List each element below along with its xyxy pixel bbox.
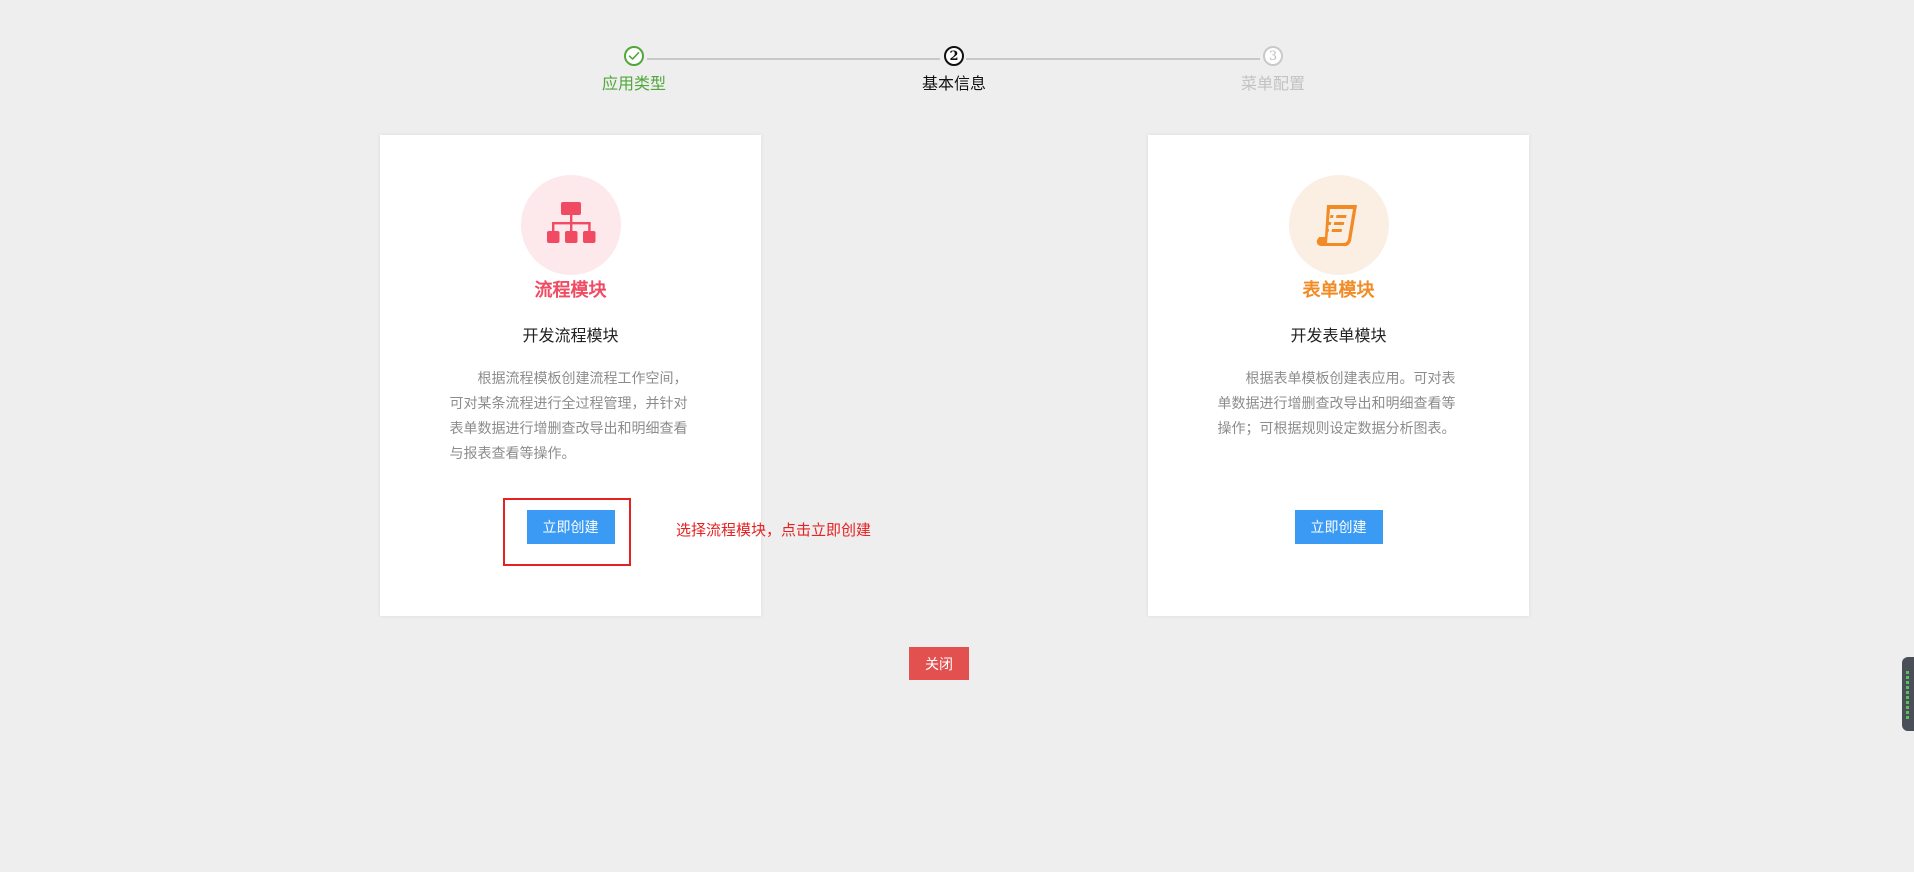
signal-bars-icon bbox=[1906, 671, 1909, 719]
annotation-text: 选择流程模块，点击立即创建 bbox=[676, 521, 872, 539]
flowchart-icon bbox=[520, 175, 621, 275]
stepper: 应用类型 2 基本信息 3 菜单配置 bbox=[0, 0, 1914, 110]
card-title: 表单模块 bbox=[1302, 280, 1375, 301]
highlight-box bbox=[503, 498, 631, 566]
card-subtitle: 开发表单模块 bbox=[1290, 326, 1387, 345]
step-label: 应用类型 bbox=[601, 74, 666, 93]
step-menu-config[interactable]: 3 菜单配置 bbox=[1173, 46, 1373, 94]
bottom-strip bbox=[0, 872, 1914, 882]
step-number: 2 bbox=[944, 46, 964, 66]
create-form-button[interactable]: 立即创建 bbox=[1294, 510, 1383, 544]
form-module-card: 表单模块 开发表单模块 根据表单模板创建表应用。可对表单数据进行增删查改导出和明… bbox=[1148, 135, 1529, 616]
step-app-type[interactable]: 应用类型 bbox=[534, 46, 734, 94]
card-title: 流程模块 bbox=[534, 280, 607, 301]
check-icon bbox=[624, 46, 644, 66]
card-description: 根据表单模板创建表应用。可对表单数据进行增删查改导出和明细查看等操作；可根据规则… bbox=[1217, 371, 1456, 437]
step-label: 菜单配置 bbox=[1240, 74, 1305, 93]
form-document-icon bbox=[1288, 175, 1389, 275]
card-subtitle: 开发流程模块 bbox=[522, 326, 619, 345]
card-description: 根据流程模板创建流程工作空间，可对某条流程进行全过程管理，并针对表单数据进行增删… bbox=[449, 371, 688, 462]
close-button[interactable]: 关闭 bbox=[909, 647, 969, 680]
step-label: 基本信息 bbox=[921, 74, 986, 93]
side-widget-handle[interactable] bbox=[1902, 657, 1914, 731]
step-number: 3 bbox=[1263, 46, 1283, 66]
step-basic-info[interactable]: 2 基本信息 bbox=[854, 46, 1054, 94]
